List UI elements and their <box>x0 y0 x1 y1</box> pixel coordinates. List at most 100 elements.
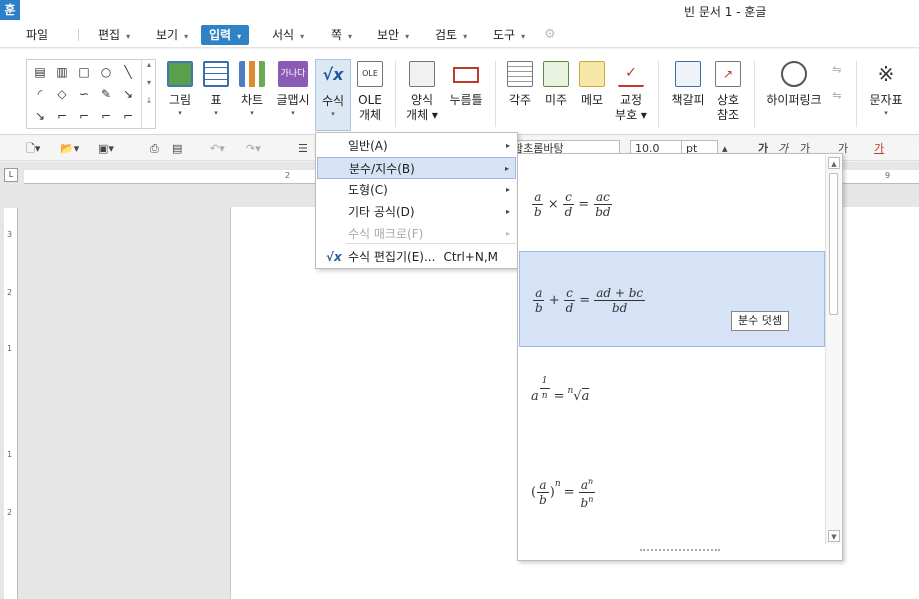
formula-tooltip: 분수 덧셈 <box>731 311 789 331</box>
menu-security[interactable]: 보안 ▾ <box>377 25 409 45</box>
insert-form-object-button[interactable]: 양식 개체 ▾ <box>405 61 439 129</box>
line-icon[interactable]: ╲ <box>119 64 137 80</box>
scroll-thumb[interactable] <box>829 173 838 315</box>
insert-table-button[interactable]: 표 ▾ <box>200 61 232 129</box>
ellipse-icon[interactable]: ○ <box>97 64 115 80</box>
menu-separator <box>346 243 516 244</box>
gallery-scrollbar[interactable]: ▲ ▼ <box>825 155 841 544</box>
window-title: 빈 문서 1 - 훈글 <box>684 5 767 19</box>
menu-edit[interactable]: 편집 ▾ <box>98 25 130 45</box>
menu-separator <box>78 29 79 41</box>
vertical-ruler[interactable]: 3 2 1 1 2 <box>4 208 18 599</box>
menu-insert[interactable]: 입력 ▾ <box>201 25 250 45</box>
gear-icon[interactable]: ⚙ <box>544 28 558 42</box>
field-icon <box>453 67 479 83</box>
curve-icon[interactable]: ∽ <box>75 86 93 102</box>
connector-elbow-icon[interactable]: ⌐ <box>53 108 71 124</box>
ribbon: ▤ ▥ □ ○ ╲ ◜ ◇ ∽ ✎ ↘ ↘ ⌐ ⌐ ⌐ ⌐ ▴ ▾ ↓ 그림 ▾ 표 ▾… <box>0 49 919 135</box>
scroll-down-arrow-icon[interactable]: ▼ <box>828 530 840 542</box>
ribbon-separator <box>658 61 659 127</box>
insert-memo-button[interactable]: 메모 <box>577 61 607 129</box>
ole-icon: OLE <box>357 61 383 87</box>
footnote-icon <box>507 61 533 87</box>
formula-fraction-power[interactable]: (a b) n = an bn <box>519 444 825 540</box>
print-icon[interactable]: ⎙ <box>150 141 159 157</box>
chart-icon <box>239 61 265 87</box>
link-chain-icon[interactable]: ⇋ ⇋ <box>830 63 844 103</box>
connector-icon[interactable]: ↘ <box>119 86 137 102</box>
ribbon-separator <box>754 61 755 127</box>
globe-icon <box>781 61 807 87</box>
connector-straight-icon[interactable]: ↘ <box>31 108 49 124</box>
title-bar: 훈 빈 문서 1 - 훈글 <box>0 0 919 22</box>
connector-curve2-icon[interactable]: ⌐ <box>119 108 137 124</box>
shapes-scrollbar[interactable]: ▴ ▾ ↓ <box>141 60 156 128</box>
app-icon[interactable]: 훈 <box>0 0 20 20</box>
connector-curve-icon[interactable]: ⌐ <box>97 108 115 124</box>
proofreading-mark-button[interactable]: ✓ 교정 부호 ▾ <box>614 61 648 129</box>
redo-icon[interactable]: ↷▾ <box>246 141 261 157</box>
menu-item-equation-macro: 수식 매크로(F) ▸ <box>348 227 510 241</box>
textbox-vertical-icon[interactable]: ▥ <box>53 64 71 80</box>
connector-elbow2-icon[interactable]: ⌐ <box>75 108 93 124</box>
cross-reference-icon: ↗ <box>715 61 741 87</box>
formula-fractional-exponent[interactable]: a1n = n √ a <box>519 348 825 444</box>
insert-endnote-button[interactable]: 미주 <box>541 61 571 129</box>
font-color-button[interactable]: 가 <box>874 141 884 157</box>
memo-icon <box>579 61 605 87</box>
menu-item-fraction-exponent[interactable]: 분수/지수(B) ▸ <box>317 157 516 179</box>
preview-icon[interactable]: ▤ <box>172 141 182 157</box>
form-object-icon <box>409 61 435 87</box>
menu-format[interactable]: 서식 ▾ <box>272 25 304 45</box>
character-map-icon: ※ <box>877 62 895 86</box>
ribbon-separator <box>395 61 396 127</box>
picture-icon <box>167 61 193 87</box>
formula-fraction-multiply[interactable]: a b × c d = ac bd <box>519 156 825 252</box>
insert-equation-button[interactable]: √x 수식 ▾ <box>315 59 351 131</box>
equation-editor-icon: √x <box>326 250 342 264</box>
paragraph-style-icon[interactable]: ☰ <box>298 141 308 157</box>
ribbon-separator <box>495 61 496 127</box>
character-map-button[interactable]: ※ 문자표 ▾ <box>866 61 906 129</box>
insert-wordart-button[interactable]: 가나다 글맵시 ▾ <box>274 61 312 129</box>
menu-page[interactable]: 쪽 ▾ <box>331 25 352 45</box>
insert-ole-button[interactable]: OLE OLE 개체 <box>355 61 385 129</box>
menu-item-equation-editor[interactable]: √x 수식 편집기(E)... Ctrl+N,M <box>317 246 516 268</box>
menu-file[interactable]: 파일 <box>26 25 48 45</box>
freehand-icon[interactable]: ✎ <box>97 86 115 102</box>
arc-icon[interactable]: ◜ <box>31 86 49 102</box>
menu-tools[interactable]: 도구 ▾ <box>493 25 525 45</box>
scroll-up-arrow-icon[interactable]: ▲ <box>828 157 840 169</box>
table-icon <box>203 61 229 87</box>
insert-bookmark-button[interactable]: 책갈피 <box>668 61 708 129</box>
resize-grip[interactable] <box>640 549 720 554</box>
insert-field-button[interactable]: 누름틀 <box>446 61 486 129</box>
ruler-corner[interactable]: L <box>4 168 18 182</box>
menu-item-shape[interactable]: 도형(C) ▸ <box>317 179 516 201</box>
menu-bar: 파일 편집 ▾ 보기 ▾ 입력 ▾ 서식 ▾ 쪽 ▾ 보안 ▾ 검토 ▾ 도구 ▾ ⚙ <box>0 22 919 48</box>
menu-view[interactable]: 보기 ▾ <box>156 25 188 45</box>
endnote-icon <box>543 61 569 87</box>
menu-review[interactable]: 검토 ▾ <box>435 25 467 45</box>
shapes-gallery[interactable]: ▤ ▥ □ ○ ╲ ◜ ◇ ∽ ✎ ↘ ↘ ⌐ ⌐ ⌐ ⌐ ▴ ▾ ↓ <box>26 59 156 129</box>
textbox-icon[interactable]: ▤ <box>31 64 49 80</box>
formula-fraction-add[interactable]: a b + c d = ad + bc bd <box>519 251 825 347</box>
rectangle-icon[interactable]: □ <box>75 64 93 80</box>
cross-reference-button[interactable]: ↗ 상호 참조 <box>712 61 744 129</box>
proofreading-icon: ✓ <box>618 61 644 87</box>
equation-icon: √x <box>322 65 344 84</box>
new-document-icon[interactable]: 🗋▾ <box>26 141 40 157</box>
equation-dropdown-menu: 일반(A) ▸ 분수/지수(B) ▸ 도형(C) ▸ 기타 공식(D) ▸ 수식 매크로… <box>315 132 518 269</box>
polygon-icon[interactable]: ◇ <box>53 86 71 102</box>
fraction-exponent-gallery: a b × c d = ac bd a b + c d = ad + bc bd a1n = n √ a … <box>517 153 843 561</box>
undo-icon[interactable]: ↶▾ <box>210 141 225 157</box>
save-icon[interactable]: ▣▾ <box>98 141 114 157</box>
menu-item-other-formula[interactable]: 기타 공식(D) ▸ <box>317 201 516 223</box>
insert-picture-button[interactable]: 그림 ▾ <box>164 61 196 129</box>
open-folder-icon[interactable]: 📂▾ <box>60 141 79 157</box>
menu-item-general[interactable]: 일반(A) ▸ <box>317 135 516 157</box>
insert-chart-button[interactable]: 차트 ▾ <box>236 61 268 129</box>
hyperlink-button[interactable]: 하이퍼링크 <box>764 61 824 129</box>
wordart-icon: 가나다 <box>278 61 308 87</box>
insert-footnote-button[interactable]: 각주 <box>505 61 535 129</box>
